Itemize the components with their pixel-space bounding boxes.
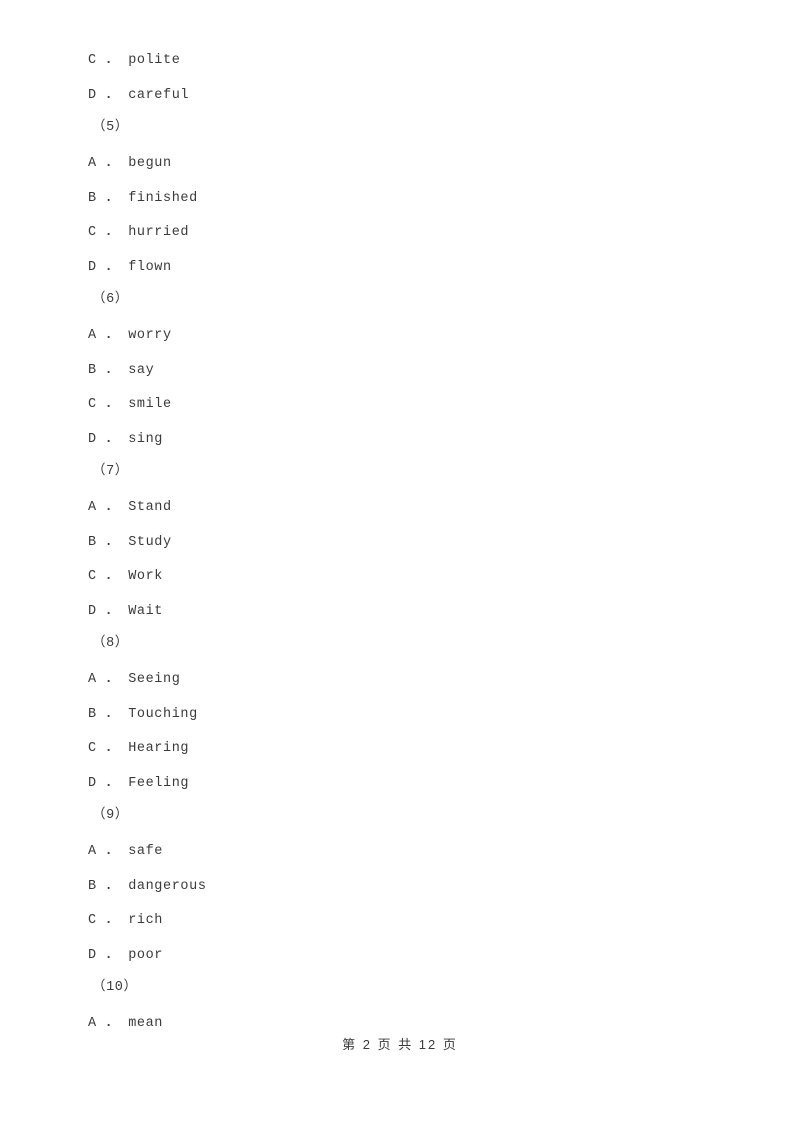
question-number: （9） (92, 808, 129, 823)
document-page: C ． polite D ． careful （5） A ． begun B ． fin… (0, 0, 800, 1132)
answer-option: B ． Study (88, 535, 172, 550)
question-number: （8） (92, 636, 129, 651)
answer-option: A ． begun (88, 156, 172, 171)
answer-option: B ． finished (88, 191, 198, 206)
answer-option: B ． Touching (88, 707, 198, 722)
answer-option: C ． Work (88, 569, 164, 584)
answer-option: A ． Seeing (88, 672, 181, 687)
question-number: （10） (92, 980, 138, 995)
answer-option: A ． mean (88, 1016, 164, 1031)
answer-option: A ． worry (88, 328, 172, 343)
answer-option: C ． polite (88, 53, 181, 68)
answer-option: D ． poor (88, 948, 164, 963)
question-number: （5） (92, 120, 129, 135)
page-footer: 第 2 页 共 12 页 (342, 1037, 458, 1052)
answer-option: D ． flown (88, 260, 172, 275)
answer-option: A ． Stand (88, 500, 172, 515)
answer-option: C ． Hearing (88, 741, 190, 756)
answer-option: B ． say (88, 363, 155, 378)
question-number: （7） (92, 464, 129, 479)
answer-option: C ． rich (88, 913, 164, 928)
answer-option: A ． safe (88, 844, 164, 859)
answer-option: D ． Wait (88, 604, 164, 619)
answer-option: D ． Feeling (88, 776, 190, 791)
answer-option: C ． smile (88, 397, 172, 412)
answer-option: B ． dangerous (88, 879, 207, 894)
question-number: （6） (92, 292, 129, 307)
answer-option: D ． careful (88, 88, 190, 103)
answer-option: C ． hurried (88, 225, 190, 240)
answer-option: D ． sing (88, 432, 164, 447)
